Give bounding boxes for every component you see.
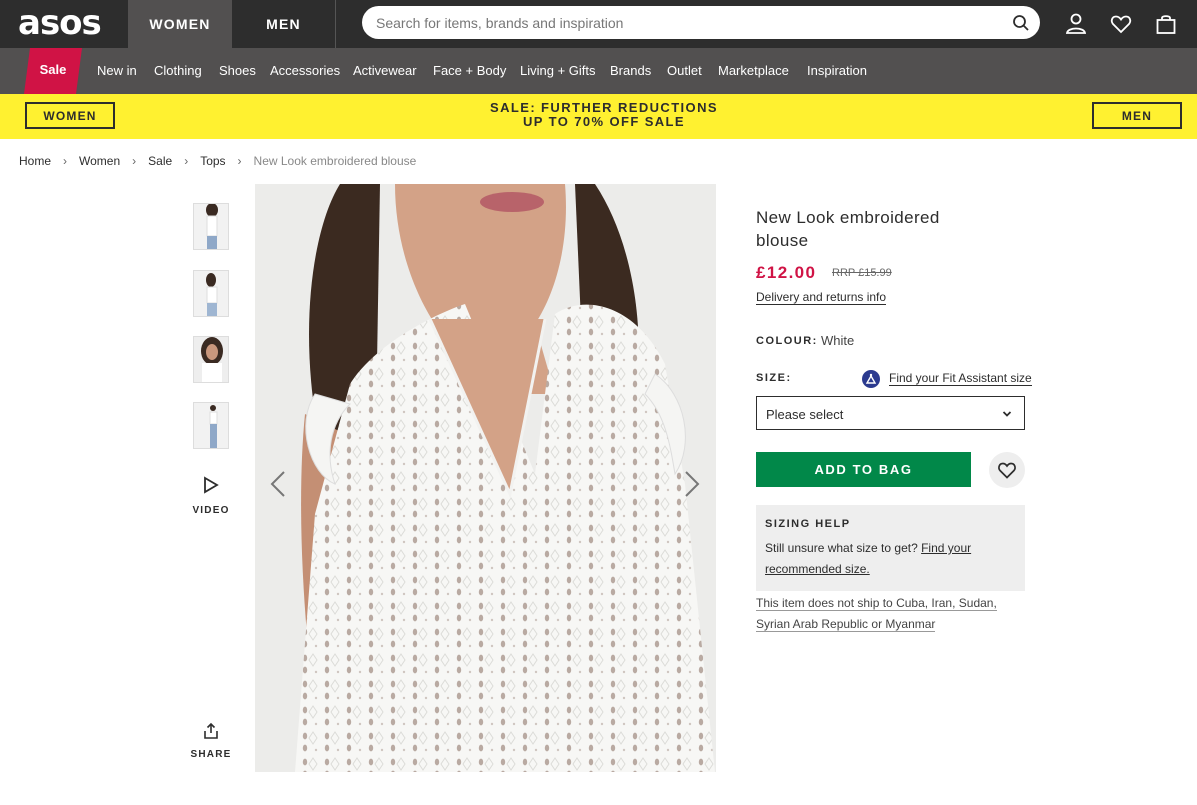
size-dropdown-value: Please select (766, 407, 844, 422)
thumbnail-image (194, 403, 228, 448)
thumbnail-1[interactable] (193, 203, 229, 250)
breadcrumb-home[interactable]: Home (19, 154, 51, 168)
previous-image-arrow-icon[interactable] (268, 470, 288, 498)
breadcrumb-sale[interactable]: Sale (148, 154, 172, 168)
product-photo (255, 184, 716, 772)
promo-line-1: SALE: FURTHER REDUCTIONS (490, 100, 718, 115)
nav-item-clothing[interactable]: Clothing (154, 63, 202, 78)
product-main-image[interactable] (255, 184, 716, 772)
search-bar (362, 6, 1040, 39)
sizing-help-box: SIZING HELP Still unsure what size to ge… (756, 505, 1025, 591)
share-label: SHARE (190, 749, 232, 760)
fit-assistant-link[interactable]: Find your Fit Assistant size (889, 371, 1032, 386)
nav-item-new-in[interactable]: New in (97, 63, 137, 78)
thumbnail-2[interactable] (193, 270, 229, 317)
nav-item-sale[interactable]: Sale (24, 48, 82, 94)
breadcrumb-separator: › (132, 154, 137, 168)
fit-assistant-icon[interactable] (862, 370, 880, 388)
video-button[interactable]: VIDEO (192, 476, 230, 516)
breadcrumb-women[interactable]: Women (79, 154, 120, 168)
thumbnail-image (194, 204, 228, 249)
promo-banner[interactable]: WOMEN SALE: FURTHER REDUCTIONS UP TO 70%… (0, 94, 1197, 139)
sizing-help-title: SIZING HELP (765, 518, 851, 530)
delivery-returns-link[interactable]: Delivery and returns info (756, 290, 887, 305)
asos-logo[interactable]: asos (18, 3, 102, 43)
category-nav: Sale New in Clothing Shoes Accessories A… (0, 48, 1197, 94)
promo-men-button[interactable]: MEN (1092, 102, 1182, 129)
breadcrumb-tops[interactable]: Tops (200, 154, 225, 168)
breadcrumb-separator: › (184, 154, 189, 168)
colour-label: COLOUR: (756, 335, 818, 347)
breadcrumb-separator: › (63, 154, 68, 168)
breadcrumb: Home › Women › Sale › Tops › New Look embroidere… (19, 154, 416, 168)
thumbnail-image (194, 271, 228, 316)
nav-item-outlet[interactable]: Outlet (667, 63, 702, 78)
share-icon (204, 722, 218, 739)
tab-women[interactable]: WOMEN (128, 0, 232, 48)
promo-women-button[interactable]: WOMEN (25, 102, 115, 129)
sizing-help-text: Still unsure what size to get? Find your… (765, 538, 1015, 580)
play-icon (204, 476, 219, 494)
search-icon[interactable] (1012, 14, 1030, 32)
add-to-bag-button[interactable]: ADD TO BAG (756, 452, 971, 487)
save-for-later-button[interactable] (989, 452, 1025, 488)
search-input[interactable] (376, 6, 996, 39)
video-label: VIDEO (192, 505, 230, 516)
heart-icon (998, 462, 1016, 479)
size-label: SIZE: (756, 372, 792, 384)
nav-item-inspiration[interactable]: Inspiration (807, 63, 867, 78)
product-price: £12.00 (756, 263, 817, 282)
nav-item-living-gifts[interactable]: Living + Gifts (520, 63, 596, 78)
saved-items-heart-icon[interactable] (1109, 12, 1133, 36)
share-button[interactable]: SHARE (190, 722, 232, 760)
bag-icon[interactable] (1154, 12, 1178, 36)
thumbnail-3[interactable] (193, 336, 229, 383)
product-title: New Look embroidered blouse (756, 208, 940, 250)
chevron-down-icon (1002, 411, 1012, 417)
breadcrumb-separator: › (237, 154, 242, 168)
nav-sale-label: Sale (39, 62, 67, 77)
nav-item-face-body[interactable]: Face + Body (433, 63, 506, 78)
nav-item-marketplace[interactable]: Marketplace (718, 63, 789, 78)
account-icon[interactable] (1064, 12, 1088, 36)
sizing-help-question: Still unsure what size to get? (765, 541, 918, 555)
thumbnail-image (194, 337, 228, 382)
thumbnail-4[interactable] (193, 402, 229, 449)
next-image-arrow-icon[interactable] (682, 470, 702, 498)
shipping-restriction-text: This item does not ship to Cuba, Iran, S… (756, 596, 997, 632)
rrp-price: RRP £15.99 (832, 267, 892, 279)
promo-text: SALE: FURTHER REDUCTIONS UP TO 70% OFF S… (400, 101, 808, 129)
nav-item-shoes[interactable]: Shoes (219, 63, 256, 78)
nav-item-brands[interactable]: Brands (610, 63, 651, 78)
promo-line-2: UP TO 70% OFF SALE (523, 114, 685, 129)
size-dropdown[interactable]: Please select (756, 396, 1025, 430)
colour-value: White (821, 333, 855, 348)
shipping-restriction-note[interactable]: This item does not ship to Cuba, Iran, S… (756, 593, 1028, 635)
top-header: asos WOMEN MEN (0, 0, 1197, 48)
nav-item-activewear[interactable]: Activewear (353, 63, 417, 78)
breadcrumb-current: New Look embroidered blouse (253, 154, 417, 168)
tab-men[interactable]: MEN (232, 0, 336, 48)
nav-item-accessories[interactable]: Accessories (270, 63, 340, 78)
